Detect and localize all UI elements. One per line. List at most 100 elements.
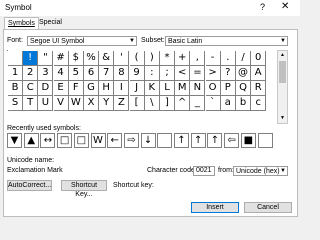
symbol-cell[interactable]: $	[68, 51, 84, 66]
symbol-cell[interactable]: 4	[53, 66, 69, 81]
help-icon[interactable]: ?	[260, 2, 265, 12]
symbol-cell[interactable]: [	[129, 96, 145, 111]
recent-symbol-cell[interactable]	[157, 133, 173, 148]
symbol-cell[interactable]: H	[99, 81, 115, 96]
close-icon[interactable]: ✕	[281, 1, 289, 12]
symbol-cell[interactable]: 0	[251, 51, 267, 66]
symbol-cell[interactable]: 3	[38, 66, 54, 81]
recent-symbol-cell[interactable]: ←	[107, 133, 123, 148]
recent-symbol-cell[interactable]: ▼	[7, 133, 22, 148]
tab-symbols[interactable]: Symbols	[4, 17, 39, 29]
recent-symbol-cell[interactable]: W	[90, 133, 106, 148]
symbol-cell[interactable]: \	[144, 96, 160, 111]
symbol-cell[interactable]: >	[205, 66, 221, 81]
symbol-cell[interactable]: /	[236, 51, 251, 66]
symbol-cell[interactable]: %	[84, 51, 99, 66]
symbol-cell[interactable]: a	[220, 96, 236, 111]
symbol-cell[interactable]: L	[160, 81, 175, 96]
symbol-cell[interactable]: I	[114, 81, 130, 96]
symbol-cell[interactable]: Y	[99, 96, 115, 111]
recent-symbol-cell[interactable]: ⇦	[224, 133, 240, 148]
font-select[interactable]: Segoe UI Symbol ▼	[27, 36, 137, 46]
symbol-cell[interactable]: +	[175, 51, 191, 66]
symbol-cell[interactable]: ]	[160, 96, 175, 111]
symbol-cell[interactable]: T	[23, 96, 39, 111]
symbol-cell[interactable]: X	[84, 96, 99, 111]
recent-symbol-cell[interactable]: ↑	[190, 133, 206, 148]
cancel-button[interactable]: Cancel	[244, 202, 292, 213]
symbol-cell[interactable]: #	[53, 51, 69, 66]
symbol-cell[interactable]: '	[114, 51, 130, 66]
symbol-cell[interactable]: ^	[175, 96, 191, 111]
char-code-input[interactable]: 0021	[193, 166, 215, 176]
symbol-cell[interactable]: 2	[23, 66, 39, 81]
from-select[interactable]: Unicode (hex) ▼	[233, 166, 288, 176]
symbol-cell[interactable]: (	[129, 51, 145, 66]
recent-symbol-cell[interactable]: □	[57, 133, 73, 148]
symbol-cell[interactable]: M	[175, 81, 191, 96]
autocorrect-button[interactable]: AutoCorrect...	[7, 180, 52, 191]
symbol-cell[interactable]: _	[190, 96, 206, 111]
symbol-cell[interactable]: <	[175, 66, 191, 81]
recent-symbol-cell[interactable]: ■	[240, 133, 256, 148]
symbol-cell[interactable]: U	[38, 96, 54, 111]
symbol-cell[interactable]	[8, 51, 23, 66]
recent-symbol-cell[interactable]: ↓	[140, 133, 156, 148]
subset-select[interactable]: Basic Latin ▼	[165, 36, 288, 46]
symbol-cell[interactable]: 7	[99, 66, 115, 81]
symbol-cell[interactable]: 8	[114, 66, 130, 81]
symbol-cell[interactable]: G	[84, 81, 99, 96]
symbol-cell[interactable]: :	[144, 66, 160, 81]
symbol-cell[interactable]: @	[236, 66, 251, 81]
symbol-cell[interactable]: `	[205, 96, 221, 111]
symbol-cell[interactable]: P	[220, 81, 236, 96]
symbol-cell[interactable]: ,	[190, 51, 206, 66]
insert-button[interactable]: Insert	[191, 202, 239, 213]
symbol-cell[interactable]: A	[251, 66, 267, 81]
recent-symbol-cell[interactable]: ↔	[40, 133, 56, 148]
symbol-cell[interactable]: E	[53, 81, 69, 96]
symbol-cell[interactable]: )	[144, 51, 160, 66]
symbol-cell[interactable]: K	[144, 81, 160, 96]
tab-special-characters[interactable]: Special Characters	[36, 17, 76, 37]
symbol-cell[interactable]: C	[23, 81, 39, 96]
symbol-cell[interactable]: ;	[160, 66, 175, 81]
symbol-cell[interactable]: 6	[84, 66, 99, 81]
recent-symbol-cell[interactable]: ↑	[174, 133, 189, 148]
symbol-cell[interactable]: -	[205, 51, 221, 66]
symbol-cell[interactable]: =	[190, 66, 206, 81]
symbol-cell[interactable]: W	[68, 96, 84, 111]
symbol-cell[interactable]: 5	[68, 66, 84, 81]
symbol-cell[interactable]: ?	[220, 66, 236, 81]
symbol-cell[interactable]: V	[53, 96, 69, 111]
symbol-cell[interactable]: D	[38, 81, 54, 96]
symbol-cell[interactable]: S	[8, 96, 23, 111]
symbol-cell[interactable]: Q	[236, 81, 251, 96]
symbol-cell[interactable]: b	[236, 96, 251, 111]
scroll-up-icon[interactable]: ▲	[278, 51, 287, 60]
shortcut-key-button[interactable]: Shortcut Key...	[61, 180, 107, 198]
symbol-cell[interactable]: R	[251, 81, 267, 96]
symbol-cell[interactable]: !	[23, 51, 39, 66]
recent-symbol-cell[interactable]: ⇨	[123, 133, 139, 148]
recent-symbol-cell[interactable]: □	[73, 133, 89, 148]
scroll-down-icon[interactable]: ▼	[278, 114, 287, 123]
scroll-thumb[interactable]	[279, 61, 286, 83]
symbol-cell[interactable]: O	[205, 81, 221, 96]
symbol-cell[interactable]: N	[190, 81, 206, 96]
symbol-cell[interactable]: 1	[8, 66, 23, 81]
symbol-cell[interactable]: *	[160, 51, 175, 66]
grid-scrollbar[interactable]: ▲ ▼	[277, 50, 288, 124]
recent-symbol-cell[interactable]: ↑	[207, 133, 223, 148]
symbol-cell[interactable]: F	[68, 81, 84, 96]
symbol-cell[interactable]: .	[220, 51, 236, 66]
recent-symbol-cell[interactable]: ▲	[23, 133, 39, 148]
symbol-cell[interactable]: B	[8, 81, 23, 96]
symbol-cell[interactable]: c	[251, 96, 267, 111]
symbol-cell[interactable]: Z	[114, 96, 130, 111]
symbol-cell[interactable]: 9	[129, 66, 145, 81]
symbol-cell[interactable]: &	[99, 51, 115, 66]
symbol-cell[interactable]: J	[129, 81, 145, 96]
symbol-cell[interactable]: "	[38, 51, 54, 66]
recent-symbol-cell[interactable]	[257, 133, 273, 148]
